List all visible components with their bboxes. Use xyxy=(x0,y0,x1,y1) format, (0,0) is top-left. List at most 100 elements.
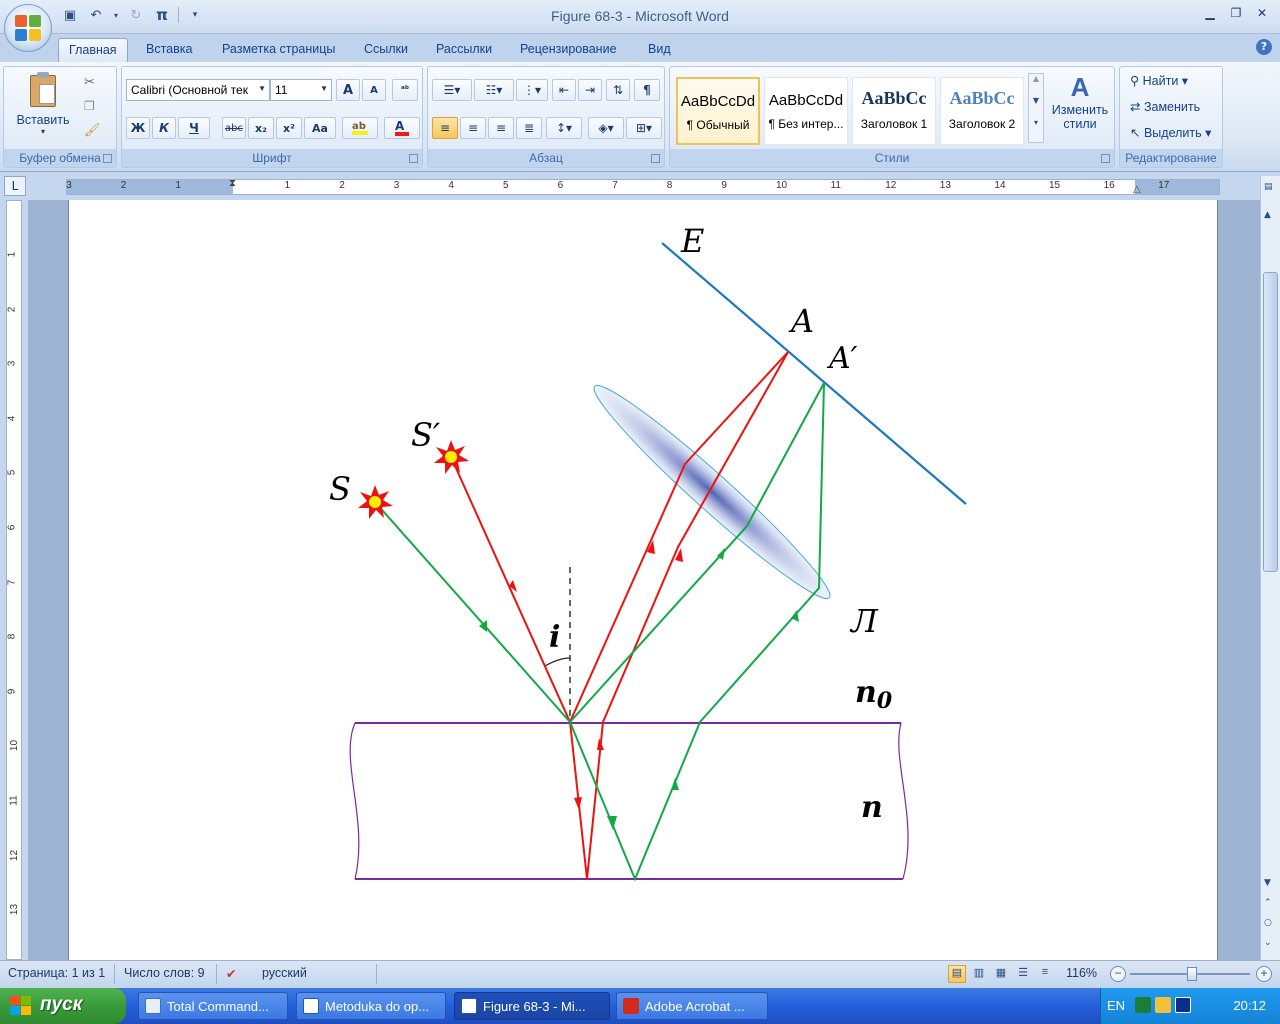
draft-icon[interactable]: ≡ xyxy=(1036,965,1054,983)
clock[interactable]: 20:12 xyxy=(1233,998,1266,1013)
shading-button[interactable]: ◈▾ xyxy=(588,117,624,139)
multilevel-list-button[interactable]: ⋮▾ xyxy=(516,79,548,101)
scroll-thumb[interactable] xyxy=(1263,272,1278,572)
paste-dropdown-icon[interactable]: ▾ xyxy=(14,127,72,136)
clear-format-button[interactable]: ᵃᵇ xyxy=(392,79,418,101)
vertical-ruler[interactable]: 1 2 3 4 5 6 7 8 9 10 11 12 13 xyxy=(6,200,22,960)
print-layout-icon[interactable]: ▤ xyxy=(948,965,966,983)
right-indent-marker-icon[interactable]: △ xyxy=(1133,184,1141,195)
next-page-icon[interactable]: ⌄ xyxy=(1264,938,1272,948)
align-left-button[interactable]: ≡ xyxy=(432,117,458,139)
style-tile-heading-1[interactable]: AaBbCc Заголовок 1 xyxy=(852,77,936,145)
font-launcher-icon[interactable] xyxy=(409,154,418,163)
tab-review[interactable]: Рецензирование xyxy=(510,38,627,62)
increase-indent-button[interactable]: ⇥ xyxy=(578,79,602,101)
scroll-down-icon[interactable]: ▼ xyxy=(1264,878,1271,888)
styles-down-icon[interactable]: ▼ xyxy=(1029,96,1043,118)
shrink-font-button[interactable]: A xyxy=(362,79,386,101)
copy-icon[interactable]: ❐ xyxy=(84,99,95,113)
justify-button[interactable]: ≣ xyxy=(516,117,542,139)
web-layout-icon[interactable]: ▦ xyxy=(992,965,1010,983)
paragraph-launcher-icon[interactable] xyxy=(651,154,660,163)
zoom-slider-thumb[interactable] xyxy=(1187,967,1197,981)
subscript-button[interactable]: x₂ xyxy=(248,117,274,139)
show-marks-button[interactable]: ¶ xyxy=(634,79,660,101)
zoom-in-icon[interactable]: + xyxy=(1256,966,1272,982)
start-button[interactable]: пуск xyxy=(0,988,126,1024)
tab-references[interactable]: Ссылки xyxy=(354,38,418,62)
styles-more-icon[interactable]: ▾ xyxy=(1029,118,1043,140)
styles-up-icon[interactable]: ▲ xyxy=(1029,74,1043,96)
indent-marker-icon[interactable]: ⧗ xyxy=(229,178,236,189)
change-case-button[interactable]: Aa xyxy=(304,117,336,139)
style-tile-heading-2[interactable]: AaBbCc Заголовок 2 xyxy=(940,77,1024,145)
input-language[interactable]: EN xyxy=(1107,998,1125,1013)
tray-tool-icon[interactable] xyxy=(1155,997,1171,1013)
italic-button[interactable]: К xyxy=(152,117,176,139)
full-screen-reading-icon[interactable]: ▥ xyxy=(970,965,988,983)
document-page[interactable]: E A A′ Л S S′ i n0 n xyxy=(68,200,1218,960)
align-right-button[interactable]: ≡ xyxy=(488,117,514,139)
scroll-up-icon[interactable]: ▲ xyxy=(1264,210,1271,220)
tray-app-icon[interactable] xyxy=(1135,997,1151,1013)
font-size-select[interactable]: 11 ▼ xyxy=(270,79,332,101)
task-adobe-acrobat[interactable]: Adobe Acrobat ... xyxy=(616,992,768,1020)
spellcheck-icon[interactable]: ✔︎ xyxy=(226,966,236,981)
strikethrough-button[interactable]: abc xyxy=(222,117,246,139)
task-figure-word[interactable]: Figure 68-3 - Mi... xyxy=(454,992,610,1020)
decrease-indent-button[interactable]: ⇤ xyxy=(552,79,576,101)
language-indicator[interactable]: русский xyxy=(262,966,307,980)
highlight-button[interactable]: ab xyxy=(342,117,378,139)
prev-page-icon[interactable]: ⌃ xyxy=(1264,898,1272,908)
sort-button[interactable]: ⇅ xyxy=(606,79,630,101)
close-icon[interactable]: ✕ xyxy=(1250,4,1274,22)
grow-font-button[interactable]: A xyxy=(336,79,360,101)
borders-button[interactable]: ⊞▾ xyxy=(626,117,662,139)
superscript-button[interactable]: x² xyxy=(276,117,302,139)
tab-view[interactable]: Вид xyxy=(638,38,681,62)
zoom-out-icon[interactable]: − xyxy=(1110,966,1126,982)
vertical-scrollbar[interactable]: ▤ ▲ ▼ ⌃ ○ ⌄ xyxy=(1260,176,1280,960)
tab-insert[interactable]: Вставка xyxy=(136,38,202,62)
task-metoduka[interactable]: Metoduka do op... xyxy=(296,992,446,1020)
format-painter-icon[interactable]: 🖌 xyxy=(84,123,101,138)
numbering-button[interactable]: ☷▾ xyxy=(474,79,514,101)
align-center-button[interactable]: ≡ xyxy=(460,117,486,139)
tab-page-layout[interactable]: Разметка страницы xyxy=(212,38,345,62)
font-family-select[interactable]: Calibri (Основной тек ▼ xyxy=(126,79,270,101)
clipboard-launcher-icon[interactable] xyxy=(103,154,112,163)
bullets-button[interactable]: ☰▾ xyxy=(432,79,472,101)
tab-selector-icon[interactable]: L xyxy=(4,176,26,196)
label-a: A xyxy=(788,302,814,340)
task-total-commander[interactable]: Total Command... xyxy=(138,992,288,1020)
horizontal-ruler[interactable]: 3 2 1 1 2 3 4 5 6 7 8 9 10 11 12 13 14 15 16 17 ⧗ △ xyxy=(66,178,1220,195)
select-button[interactable]: ↖ Выделить ▾ xyxy=(1130,125,1211,140)
tab-mailings[interactable]: Рассылки xyxy=(426,38,502,62)
ruler-toggle-icon[interactable]: ▤ xyxy=(1264,182,1273,192)
find-button[interactable]: ⚲ Найти ▾ xyxy=(1130,73,1188,88)
zoom-level[interactable]: 116% xyxy=(1066,966,1097,980)
tray-media-icon[interactable] xyxy=(1175,997,1191,1013)
minimize-icon[interactable]: ▁ xyxy=(1198,4,1222,22)
style-tile-no-spacing[interactable]: AaBbCcDd ¶ Без интер... xyxy=(764,77,848,145)
style-tile-normal[interactable]: AaBbCcDd ¶ Обычный xyxy=(676,77,760,145)
word-count[interactable]: Число слов: 9 xyxy=(124,966,205,980)
office-button[interactable] xyxy=(4,4,52,52)
font-color-icon: A xyxy=(395,120,409,136)
paste-button[interactable]: Вставить ▾ xyxy=(14,72,72,143)
font-color-button[interactable]: A xyxy=(384,117,420,139)
cut-icon[interactable]: ✂ xyxy=(84,75,95,90)
restore-icon[interactable]: ❐ xyxy=(1224,4,1248,22)
bold-button[interactable]: Ж xyxy=(126,117,150,139)
change-styles-button[interactable]: A Изменить стили xyxy=(1048,71,1112,147)
browse-object-icon[interactable]: ○ xyxy=(1264,918,1272,928)
tab-home[interactable]: Главная xyxy=(58,38,128,62)
outline-icon[interactable]: ☰ xyxy=(1014,965,1032,983)
underline-button[interactable]: Ч xyxy=(178,117,210,139)
line-spacing-button[interactable]: ↕▾ xyxy=(546,117,582,139)
replace-button[interactable]: ⇄ Заменить xyxy=(1130,99,1200,114)
optics-figure: E A A′ Л S S′ i n0 n xyxy=(329,222,967,882)
help-icon[interactable]: ? xyxy=(1256,39,1272,55)
styles-launcher-icon[interactable] xyxy=(1101,154,1110,163)
page-count[interactable]: Страница: 1 из 1 xyxy=(8,966,105,980)
